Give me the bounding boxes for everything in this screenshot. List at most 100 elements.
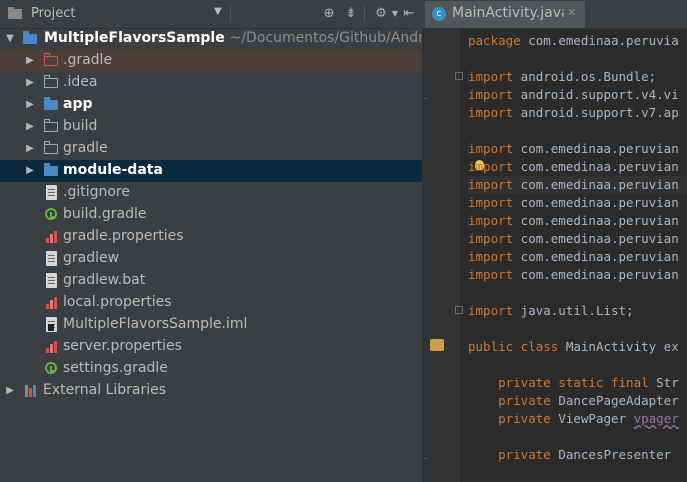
project-panel-header: Project ▼ ⊕ ⇟ ⚙ ▼ ⇤ (0, 0, 422, 29)
tree-item-label: .idea (63, 74, 98, 90)
module-folder-icon (43, 163, 60, 179)
excluded-folder-icon (43, 53, 60, 69)
properties-file-icon (44, 229, 60, 245)
code-line: import com.emedinaa.peruvian (468, 195, 679, 210)
project-view-icon[interactable] (6, 5, 24, 23)
collapse-all-icon[interactable]: ⇟ (342, 5, 360, 23)
libraries-icon (23, 383, 39, 399)
folder-icon (43, 119, 60, 135)
project-view-title[interactable]: Project (31, 6, 75, 21)
code-line: private static final Str (468, 375, 679, 390)
code-line: import com.emedinaa.peruvian (468, 249, 679, 264)
tree-row-settings-gradle[interactable]: settings.gradle (0, 358, 422, 380)
close-icon[interactable]: ✕ (567, 6, 576, 19)
tree-row-gitignore[interactable]: .gitignore (0, 182, 422, 204)
code-line: private ViewPager vpager (468, 411, 679, 426)
tab-label: MainActivity.java (452, 5, 564, 21)
text-file-icon (44, 273, 60, 289)
folder-icon (43, 75, 60, 91)
editor-panel: c MainActivity.java ✕ package com.emedin… (422, 0, 687, 482)
locate-target-icon[interactable]: ⊕ (320, 5, 338, 23)
tree-item-label: module-data (63, 162, 163, 178)
tree-row-gradle-properties[interactable]: gradle.properties (0, 226, 422, 248)
module-folder-icon (43, 97, 60, 113)
chevron-right-icon[interactable]: ▶ (5, 384, 15, 398)
code-line: import com.emedinaa.peruvian (468, 141, 679, 156)
tree-item-label: gradle (63, 140, 108, 156)
gradle-file-icon (45, 207, 61, 223)
text-file-icon (44, 251, 60, 267)
code-line: import android.support.v4.vi (468, 87, 679, 102)
tree-item-label: local.properties (63, 294, 172, 310)
code-area[interactable]: package com.emedinaa.peruvia import andr… (468, 28, 687, 482)
tree-row-external-libraries[interactable]: ▶ External Libraries (0, 380, 422, 402)
tree-item-label: build.gradle (63, 206, 147, 222)
toolbar-divider (364, 6, 365, 22)
tree-row-gradlew[interactable]: gradlew (0, 248, 422, 270)
code-line: import com.emedinaa.peruvian (468, 159, 679, 174)
chevron-right-icon[interactable]: ▶ (25, 142, 35, 156)
tree-row-idea[interactable]: ▶ .idea (0, 72, 422, 94)
java-class-icon: c (432, 7, 446, 21)
tree-item-label: server.properties (63, 338, 182, 354)
chevron-right-icon[interactable]: ▶ (25, 76, 35, 90)
tree-row-server-properties[interactable]: server.properties (0, 336, 422, 358)
project-path-text: ~/Documentos/Github/Android (229, 30, 422, 46)
tree-item-label: gradle.properties (63, 228, 184, 244)
chevron-right-icon[interactable]: ▶ (25, 98, 35, 112)
tree-row-iml[interactable]: MultipleFlavorsSample.iml (0, 314, 422, 336)
tree-row-build-gradle[interactable]: build.gradle (0, 204, 422, 226)
tree-row-root[interactable]: ▼ MultipleFlavorsSample ~/Documentos/Git… (0, 28, 422, 50)
folder-icon (43, 141, 60, 157)
code-line: import com.emedinaa.peruvian (468, 213, 679, 228)
code-line: import com.emedinaa.peruvian (468, 231, 679, 246)
properties-file-icon (44, 295, 60, 311)
tree-item-label: settings.gradle (63, 360, 168, 376)
chevron-down-icon[interactable]: ▼ (5, 32, 15, 46)
chevron-down-icon[interactable]: ▼ (214, 6, 222, 17)
tree-row-gradle[interactable]: ▶ gradle (0, 138, 422, 160)
tree-item-label: MultipleFlavorsSample (44, 30, 225, 46)
code-line: private DancePageAdapter (468, 393, 679, 408)
editor-gutter (422, 28, 463, 482)
properties-file-icon (44, 339, 60, 355)
code-line: private DancesPresenter (468, 447, 672, 462)
code-line: import com.emedinaa.peruvian (468, 267, 679, 282)
module-folder-icon (22, 31, 39, 47)
toolbar-divider (230, 6, 231, 22)
tree-item-label: gradlew (63, 250, 120, 266)
tree-item-label: app (63, 96, 93, 112)
tab-main-activity[interactable]: c MainActivity.java ✕ (425, 1, 585, 28)
code-line: import android.os.Bundle; (468, 69, 657, 84)
tree-item-label: MultipleFlavorsSample.iml (63, 316, 248, 332)
class-gutter-icon[interactable] (430, 339, 444, 351)
chevron-right-icon[interactable]: ▶ (25, 164, 35, 178)
tree-row-app[interactable]: ▶ app (0, 94, 422, 116)
text-file-icon (44, 185, 60, 201)
tree-row-module-data[interactable]: ▶ module-data (0, 160, 422, 182)
tree-item-label: build (63, 118, 98, 134)
code-line: package com.emedinaa.peruvia (468, 33, 679, 48)
fold-marker-icon[interactable] (455, 306, 463, 314)
code-line: import android.support.v7.ap (468, 105, 679, 120)
tree-item-label: .gitignore (63, 184, 130, 200)
tree-row-dot-gradle[interactable]: ▶ .gradle (0, 50, 422, 72)
tree-item-label: External Libraries (43, 382, 166, 398)
editor-tab-bar: c MainActivity.java ✕ (422, 0, 687, 29)
hide-panel-icon[interactable]: ⇤ (400, 5, 418, 23)
code-line: public class MainActivity ex (468, 339, 679, 354)
code-line: import java.util.List; (468, 303, 634, 318)
fold-marker-icon[interactable] (455, 72, 463, 80)
tree-row-local-properties[interactable]: local.properties (0, 292, 422, 314)
project-panel: Project ▼ ⊕ ⇟ ⚙ ▼ ⇤ ▼ MultipleFlavorsSam… (0, 0, 422, 482)
chevron-right-icon[interactable]: ▶ (25, 120, 35, 134)
code-line-current: import com.emedinaa.peruvian (468, 176, 687, 194)
gradle-file-icon (45, 361, 61, 377)
chevron-right-icon[interactable]: ▶ (25, 54, 35, 68)
tree-row-gradlew-bat[interactable]: gradlew.bat (0, 270, 422, 292)
gutter-mark (424, 98, 428, 99)
tree-row-build[interactable]: ▶ build (0, 116, 422, 138)
tree-item-label: .gradle (63, 52, 113, 68)
gutter-mark (424, 458, 428, 459)
tree-item-label: gradlew.bat (63, 272, 146, 288)
